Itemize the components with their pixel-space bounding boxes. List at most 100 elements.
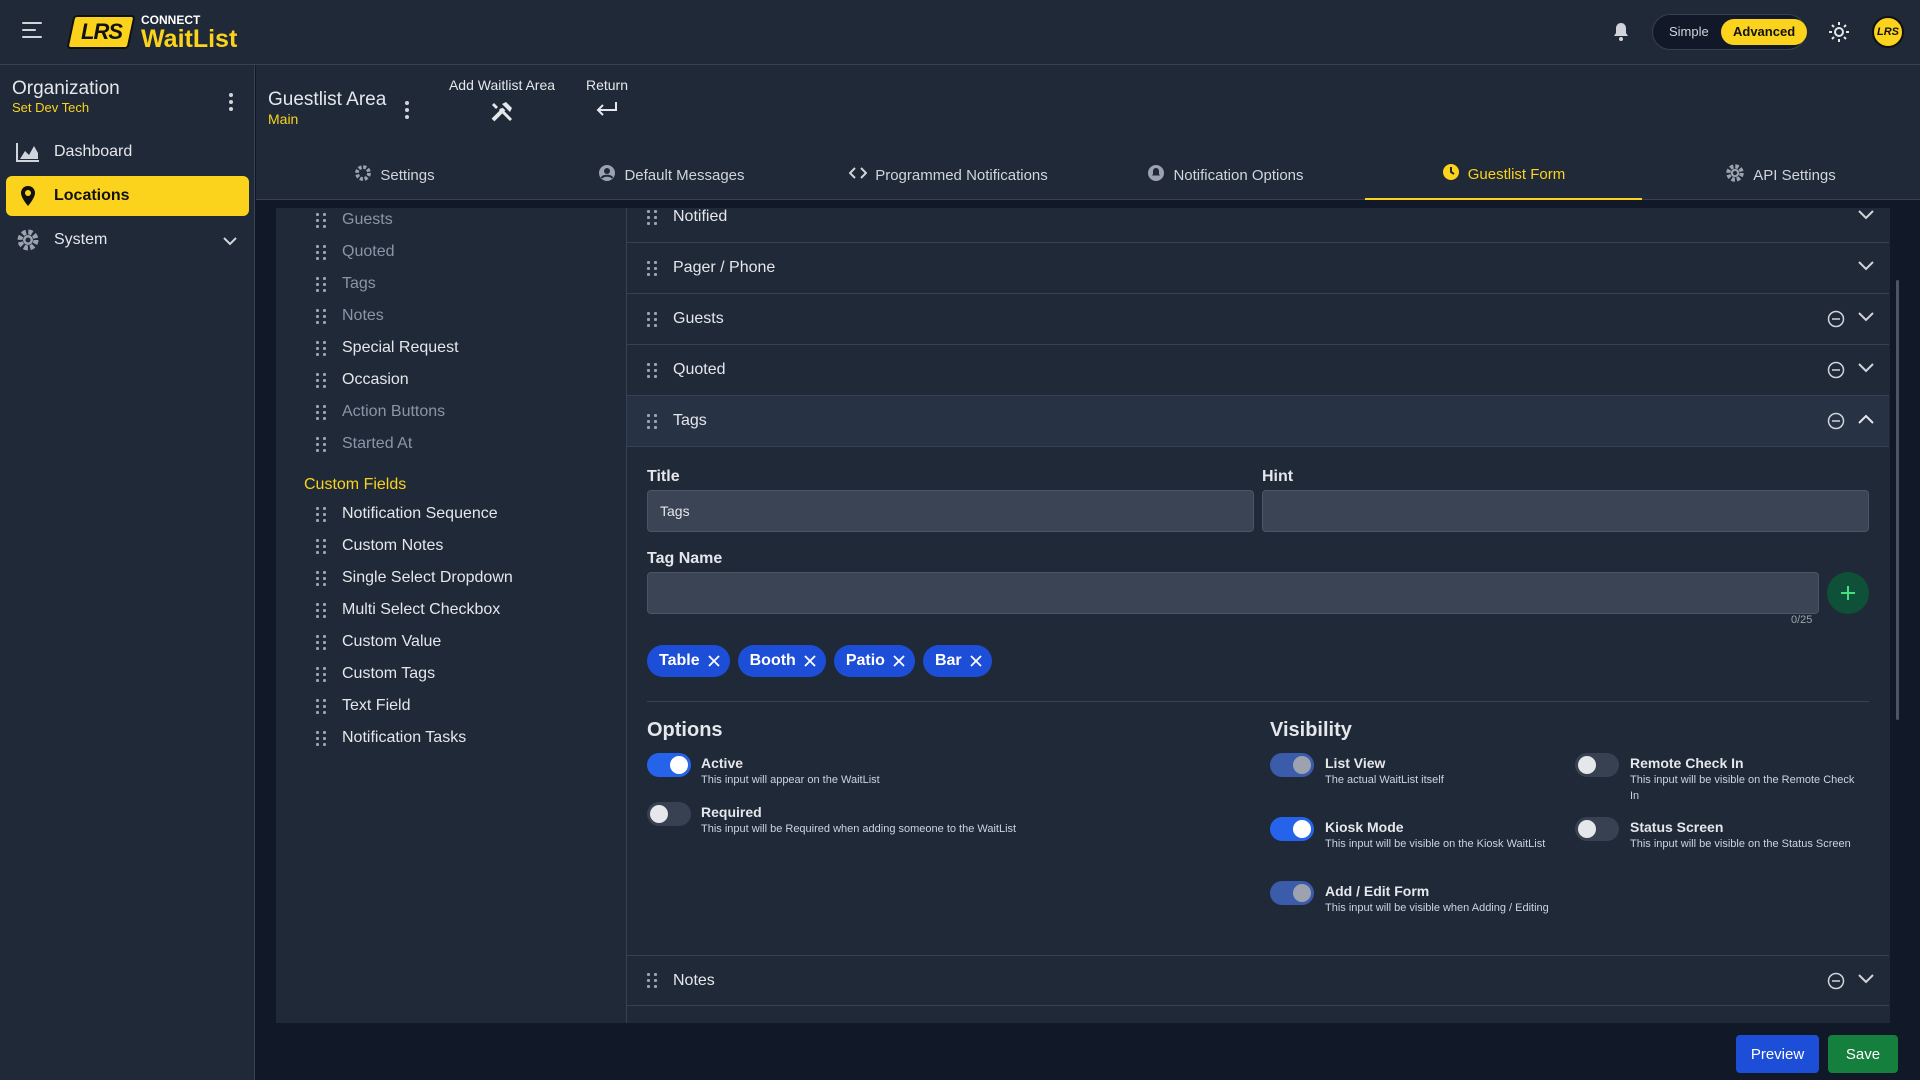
remove-circle-icon[interactable]: [1827, 310, 1845, 333]
return-button[interactable]: Return: [572, 77, 642, 119]
save-button[interactable]: Save: [1828, 1035, 1898, 1073]
field-item-started-at[interactable]: Started At: [316, 432, 412, 456]
accordion-pager-phone[interactable]: Pager / Phone: [627, 243, 1889, 294]
sidebar: Organization Set Dev Tech Dashboard Loca…: [0, 65, 255, 1080]
drag-handle-icon[interactable]: [316, 730, 326, 746]
tab-programmed-notifications[interactable]: Programmed Notifications: [810, 150, 1087, 200]
preview-button[interactable]: Preview: [1736, 1035, 1819, 1073]
required-toggle[interactable]: [647, 802, 691, 826]
remote-check-in-toggle[interactable]: [1575, 753, 1619, 777]
chevron-down-icon[interactable]: [1857, 259, 1875, 277]
sidebar-item-locations[interactable]: Locations: [6, 176, 249, 216]
tab-default-messages[interactable]: Default Messages: [533, 150, 810, 200]
drag-handle-icon[interactable]: [316, 538, 326, 554]
close-icon[interactable]: [804, 655, 816, 667]
chevron-down-icon[interactable]: [1857, 208, 1875, 226]
add-tag-button[interactable]: [1827, 572, 1869, 614]
drag-handle-icon[interactable]: [316, 308, 326, 324]
avatar[interactable]: LRS: [1872, 16, 1904, 48]
field-item-tags[interactable]: Tags: [316, 272, 376, 296]
drag-handle-icon[interactable]: [647, 973, 657, 988]
org-menu-icon[interactable]: [229, 93, 233, 114]
visibility-description: The actual WaitList itself: [1325, 774, 1444, 786]
field-item-notes[interactable]: Notes: [316, 304, 384, 328]
mode-simple-option[interactable]: Simple: [1657, 19, 1721, 45]
area-menu-icon[interactable]: [405, 101, 409, 122]
field-item-text-field[interactable]: Text Field: [316, 694, 410, 718]
field-item-guests[interactable]: Guests: [316, 208, 393, 232]
drag-handle-icon[interactable]: [647, 362, 657, 378]
drag-handle-icon[interactable]: [316, 276, 326, 292]
field-item-single-select-dropdown[interactable]: Single Select Dropdown: [316, 566, 513, 590]
add-waitlist-area-button[interactable]: Add Waitlist Area: [442, 77, 562, 123]
bell-icon[interactable]: [1612, 22, 1630, 47]
field-item-notification-sequence[interactable]: Notification Sequence: [316, 502, 498, 526]
accordion-tags[interactable]: Tags: [627, 396, 1889, 447]
active-toggle[interactable]: [647, 753, 691, 777]
chevron-down-icon[interactable]: [1857, 361, 1875, 379]
chevron-down-icon[interactable]: [1857, 972, 1875, 990]
tab-api-settings[interactable]: API Settings: [1642, 150, 1919, 200]
accordion-title: Quoted: [673, 361, 726, 378]
close-icon[interactable]: [893, 655, 905, 667]
accordion-quoted[interactable]: Quoted: [627, 345, 1889, 396]
drag-handle-icon[interactable]: [316, 698, 326, 714]
menu-icon[interactable]: [22, 22, 42, 42]
remove-circle-icon[interactable]: [1827, 972, 1845, 995]
field-item-quoted[interactable]: Quoted: [316, 240, 394, 264]
field-item-custom-notes[interactable]: Custom Notes: [316, 534, 443, 558]
add-edit-form-toggle[interactable]: [1270, 881, 1314, 905]
drag-handle-icon[interactable]: [316, 212, 326, 228]
field-item-custom-tags[interactable]: Custom Tags: [316, 662, 435, 686]
drag-handle-icon[interactable]: [316, 372, 326, 388]
scrollbar[interactable]: [1896, 280, 1899, 720]
tag-name-label: Tag Name: [647, 550, 723, 567]
sidebar-item-system[interactable]: System: [6, 220, 249, 260]
tab-notification-options[interactable]: Notification Options: [1087, 150, 1364, 200]
chevron-down-icon[interactable]: [1857, 310, 1875, 328]
drag-handle-icon[interactable]: [647, 413, 657, 429]
tab-settings[interactable]: Settings: [256, 150, 533, 200]
tab-guestlist-form[interactable]: Guestlist Form: [1365, 150, 1642, 200]
kiosk-mode-toggle[interactable]: [1270, 817, 1314, 841]
chip-label: Patio: [845, 652, 885, 669]
sidebar-item-dashboard[interactable]: Dashboard: [6, 132, 249, 172]
field-item-notification-tasks[interactable]: Notification Tasks: [316, 726, 466, 750]
field-item-action-buttons[interactable]: Action Buttons: [316, 400, 445, 424]
return-icon: [572, 101, 642, 119]
close-icon[interactable]: [707, 655, 720, 667]
drag-handle-icon[interactable]: [316, 436, 326, 452]
remove-circle-icon[interactable]: [1827, 412, 1845, 435]
drag-handle-icon[interactable]: [647, 311, 657, 327]
close-icon[interactable]: [969, 655, 982, 667]
drag-handle-icon[interactable]: [316, 634, 326, 650]
drag-handle-icon[interactable]: [316, 666, 326, 682]
chevron-up-icon[interactable]: [1857, 412, 1875, 430]
field-label: Occasion: [342, 371, 409, 388]
accordion-notes[interactable]: Notes: [627, 955, 1889, 1006]
drag-handle-icon[interactable]: [316, 570, 326, 586]
hint-input[interactable]: [1262, 490, 1869, 532]
field-item-special-request[interactable]: Special Request: [316, 336, 459, 360]
drag-handle-icon[interactable]: [647, 209, 657, 225]
mode-advanced-option[interactable]: Advanced: [1721, 19, 1808, 45]
chip-label: Table: [659, 652, 700, 669]
field-item-occasion[interactable]: Occasion: [316, 368, 409, 392]
drag-handle-icon[interactable]: [647, 260, 657, 276]
drag-handle-icon[interactable]: [316, 244, 326, 260]
drag-handle-icon[interactable]: [316, 602, 326, 618]
status-screen-toggle[interactable]: [1575, 817, 1619, 841]
remove-circle-icon[interactable]: [1827, 361, 1845, 384]
sun-icon[interactable]: [1828, 21, 1850, 48]
field-item-custom-value[interactable]: Custom Value: [316, 630, 441, 654]
drag-handle-icon[interactable]: [316, 404, 326, 420]
list-view-toggle[interactable]: [1270, 753, 1314, 777]
field-item-multi-select-checkbox[interactable]: Multi Select Checkbox: [316, 598, 500, 622]
drag-handle-icon[interactable]: [316, 340, 326, 356]
title-input[interactable]: Tags: [647, 490, 1254, 532]
drag-handle-icon[interactable]: [316, 506, 326, 522]
accordion-guests[interactable]: Guests: [627, 294, 1889, 345]
accordion-notified[interactable]: Notified: [627, 208, 1889, 243]
tag-name-input[interactable]: [647, 572, 1819, 614]
page-title: Guestlist Area: [268, 89, 387, 110]
